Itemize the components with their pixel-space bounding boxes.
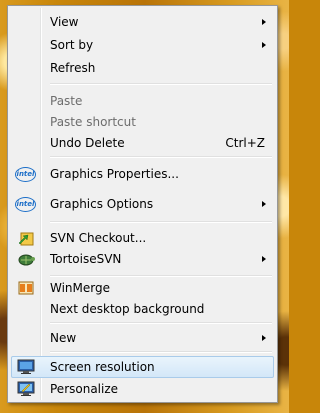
menu-item-label: Personalize: [50, 382, 119, 396]
menu-item-label: Graphics Options: [50, 197, 154, 211]
menu-item-label: WinMerge: [50, 281, 110, 295]
menu-item-label: Undo Delete: [50, 136, 125, 150]
submenu-arrow-icon: [262, 19, 266, 25]
menu-item-label: Sort by: [50, 38, 94, 52]
tortoisesvn-icon: [17, 251, 35, 267]
menu-item-paste: Paste: [11, 90, 274, 112]
menu-item-winmerge[interactable]: WinMerge: [11, 277, 274, 299]
menu-item-label: Refresh: [50, 61, 96, 75]
menu-item-label: Graphics Properties...: [50, 167, 179, 181]
menu-separator: [50, 221, 272, 223]
menu-item-label: TortoiseSVN: [50, 252, 122, 266]
menu-item-label: Next desktop background: [50, 302, 205, 316]
menu-item-svn-checkout[interactable]: SVN Checkout...: [11, 227, 274, 249]
menu-item-undo-delete[interactable]: Undo Delete Ctrl+Z: [11, 132, 274, 154]
menu-separator: [50, 83, 272, 85]
menu-item-tortoisesvn[interactable]: TortoiseSVN: [11, 248, 274, 270]
winmerge-icon: [17, 280, 35, 296]
monitor-icon: [17, 359, 35, 375]
shortcut-label: Ctrl+Z: [225, 136, 265, 150]
submenu-arrow-icon: [262, 201, 266, 207]
menu-item-personalize[interactable]: Personalize: [11, 378, 274, 400]
submenu-arrow-icon: [262, 335, 266, 341]
menu-item-label: View: [50, 15, 79, 29]
menu-item-new[interactable]: New: [11, 327, 274, 349]
menu-item-label: Paste shortcut: [50, 115, 136, 129]
menu-item-graphics-options[interactable]: intel Graphics Options: [11, 193, 274, 215]
menu-item-screen-resolution[interactable]: Screen resolution: [11, 356, 274, 378]
menu-item-label: Screen resolution: [50, 360, 155, 374]
menu-item-view[interactable]: View: [11, 11, 274, 33]
menu-separator: [50, 322, 272, 324]
personalize-icon: [17, 381, 35, 397]
menu-item-sort-by[interactable]: Sort by: [11, 34, 274, 56]
submenu-arrow-icon: [262, 256, 266, 262]
menu-separator: [50, 156, 272, 158]
svn-checkout-icon: [17, 230, 35, 246]
menu-item-paste-shortcut: Paste shortcut: [11, 111, 274, 133]
intel-icon: intel: [15, 197, 36, 212]
submenu-arrow-icon: [262, 42, 266, 48]
menu-item-graphics-properties[interactable]: intel Graphics Properties...: [11, 163, 274, 185]
menu-separator: [50, 351, 272, 353]
desktop-context-menu: View Sort by Refresh Paste Paste shortcu…: [7, 5, 278, 403]
menu-item-label: New: [50, 331, 77, 345]
menu-item-next-desktop-background[interactable]: Next desktop background: [11, 298, 274, 320]
menu-item-label: SVN Checkout...: [50, 231, 147, 245]
intel-icon: intel: [15, 167, 36, 182]
menu-item-label: Paste: [50, 94, 83, 108]
menu-item-refresh[interactable]: Refresh: [11, 57, 274, 79]
